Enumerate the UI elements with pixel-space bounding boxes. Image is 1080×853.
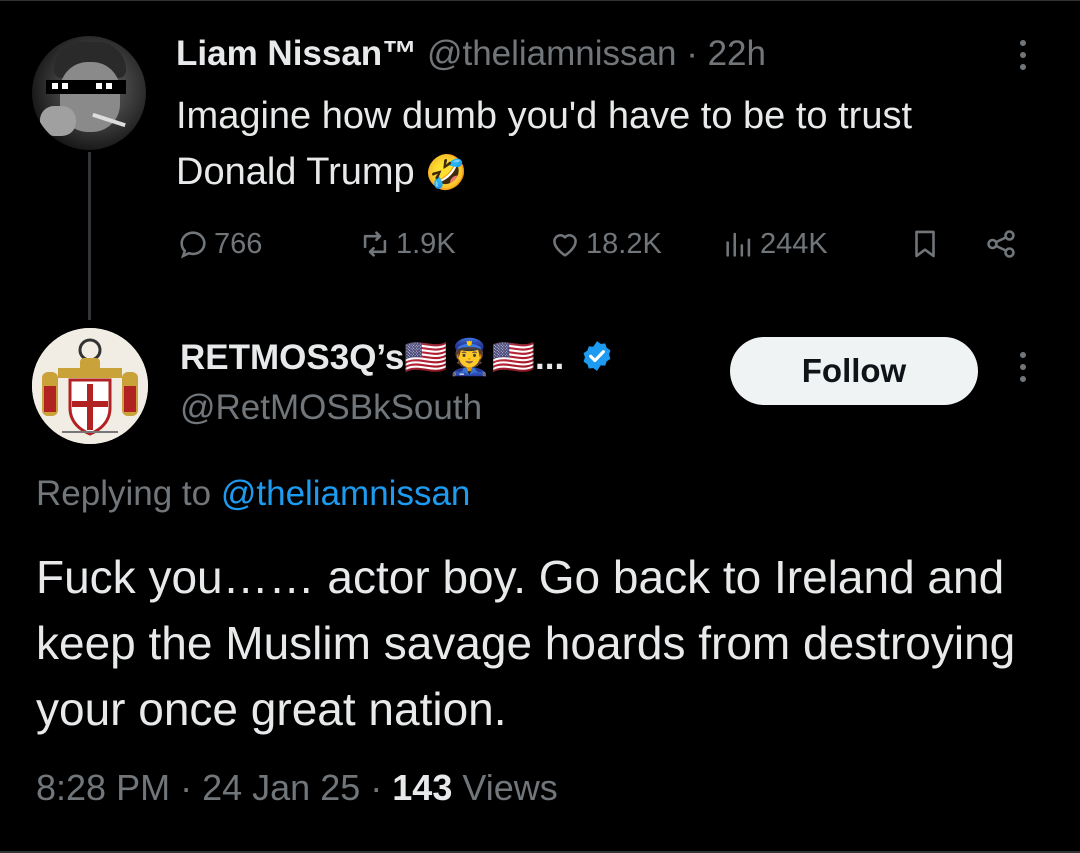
heart-icon — [553, 234, 577, 257]
replying-to-prefix: Replying to — [36, 474, 212, 513]
reply-tweet-text: Fuck you…… actor boy. Go back to Ireland… — [36, 551, 1016, 735]
share-icon — [987, 230, 1015, 258]
parent-separator: · — [686, 34, 698, 73]
parent-more-options-icon[interactable] — [1012, 40, 1034, 80]
parent-tweet-header: Liam Nissan™ @theliamnissan · 22h — [176, 32, 766, 76]
parent-tweet-text: Imagine how dumb you'd have to be to tru… — [176, 88, 1036, 201]
analytics-icon — [726, 232, 751, 257]
liam-nissan-avatar[interactable] — [32, 36, 146, 150]
reply-date[interactable]: 24 Jan 25 — [202, 767, 360, 808]
parent-text-line-1: Imagine how dumb you'd have to be to tru… — [176, 95, 913, 137]
reply-time[interactable]: 8:28 PM — [36, 767, 170, 808]
parent-action-bar: 766 1.9K 18.2K 244K — [176, 222, 1036, 266]
retweet-count: 1.9K — [396, 227, 456, 260]
top-divider — [0, 0, 1080, 1]
retweet-button[interactable]: 1.9K — [358, 222, 456, 266]
reply-more-options-icon[interactable] — [1012, 352, 1034, 392]
like-count: 18.2K — [586, 227, 662, 260]
meta-separator-2: · — [370, 767, 383, 808]
parent-timestamp[interactable]: 22h — [708, 34, 766, 73]
reply-icon — [180, 231, 206, 259]
reply-display-name[interactable]: RETMOS3Q’s🇺🇸👮🇺🇸... — [180, 338, 564, 377]
views-button[interactable]: 244K — [722, 222, 828, 266]
reply-count: 766 — [214, 227, 263, 260]
rofl-emoji: 🤣 — [425, 154, 468, 192]
retweet-icon — [363, 231, 387, 257]
share-button[interactable] — [984, 222, 1022, 266]
replying-to-mention-link[interactable]: @theliamnissan — [221, 474, 471, 513]
retmos-avatar[interactable] — [32, 328, 148, 444]
like-button[interactable]: 18.2K — [548, 222, 662, 266]
reply-button[interactable]: 766 — [176, 222, 262, 266]
reply-meta-line: 8:28 PM · 24 Jan 25 · 143 Views — [36, 764, 558, 812]
reply-display-name-row: RETMOS3Q’s🇺🇸👮🇺🇸... — [180, 336, 614, 380]
bookmark-button[interactable] — [908, 222, 946, 266]
bookmark-icon — [915, 230, 935, 258]
replying-to-line: Replying to @theliamnissan — [36, 472, 470, 516]
thread-connector-line — [88, 152, 91, 320]
meta-separator-1: · — [180, 767, 193, 808]
verified-badge-icon[interactable] — [580, 339, 614, 373]
views-count: 244K — [760, 227, 828, 260]
follow-button[interactable]: Follow — [730, 337, 978, 405]
reply-handle[interactable]: @RetMOSBkSouth — [180, 386, 482, 430]
parent-text-line-2: Donald Trump — [176, 151, 415, 193]
parent-handle[interactable]: @theliamnissan — [427, 34, 677, 73]
reply-views-label: Views — [462, 767, 558, 808]
parent-display-name[interactable]: Liam Nissan™ — [176, 34, 417, 73]
reply-views-count: 143 — [392, 767, 453, 808]
